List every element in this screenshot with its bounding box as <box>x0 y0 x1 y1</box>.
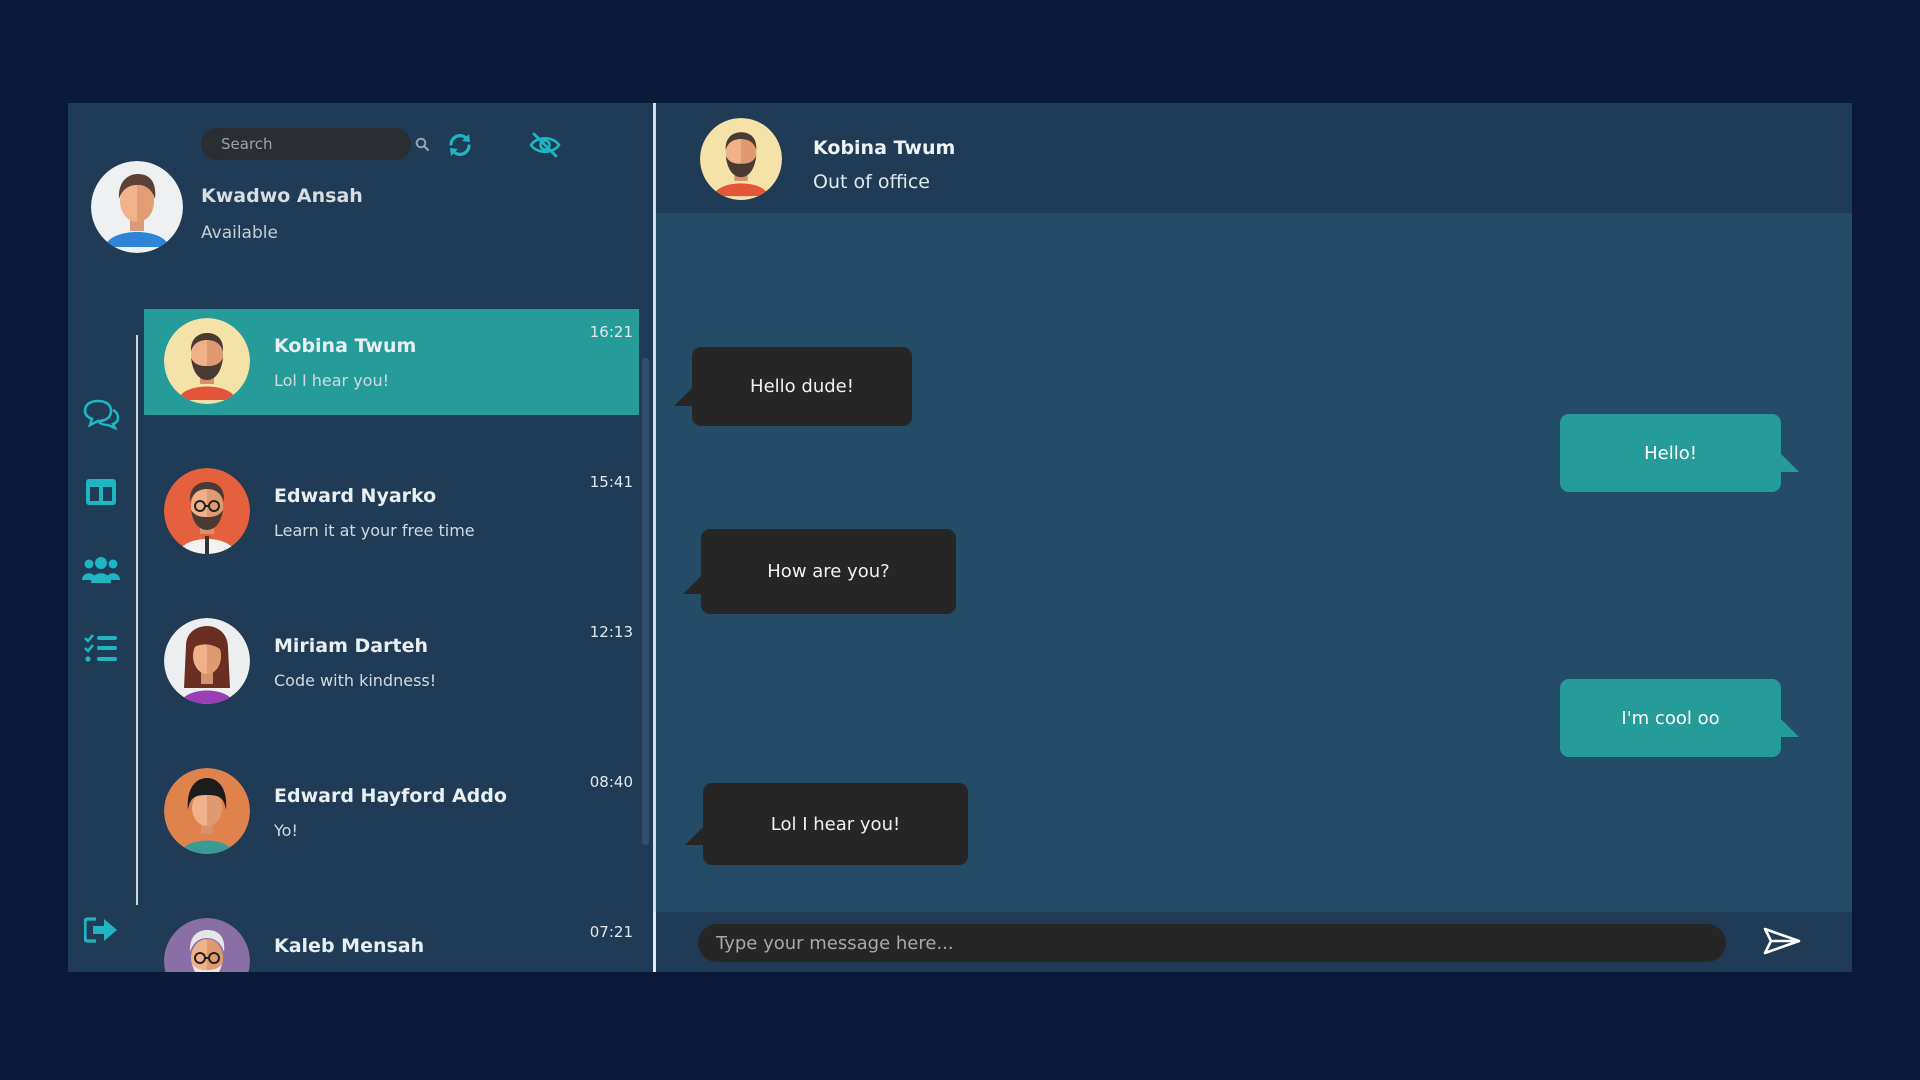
chat-name: Edward Nyarko <box>274 485 437 507</box>
chat-time: 15:41 <box>589 473 633 491</box>
refresh-icon[interactable] <box>442 127 478 163</box>
chat-list: Kobina Twum Lol I hear you! 16:21 Edward… <box>144 309 639 972</box>
bubble-tail <box>674 388 692 406</box>
avatar <box>164 318 250 404</box>
message-text: Hello dude! <box>750 376 854 397</box>
chat-item-kobina-twum[interactable]: Kobina Twum Lol I hear you! 16:21 <box>144 309 639 415</box>
chat-preview: Yo! <box>274 821 298 840</box>
chat-preview: Lol I hear you! <box>274 371 390 390</box>
my-name: Kwadwo Ansah <box>201 185 363 207</box>
message-text: Lol I hear you! <box>770 813 901 835</box>
search-icon[interactable] <box>415 136 429 152</box>
search-box[interactable] <box>201 128 429 160</box>
bubble-tail <box>685 827 703 845</box>
chat-name: Miriam Darteh <box>274 635 428 657</box>
chat-item-miriam-darteh[interactable]: Miriam Darteh Code with kindness! 12:13 <box>144 609 639 715</box>
chat-app: Kwadwo Ansah Available <box>68 103 1852 972</box>
my-avatar[interactable] <box>91 161 183 253</box>
chat-item-kaleb-mensah[interactable]: Kaleb Mensah 07:21 <box>144 909 639 972</box>
bubble-tail <box>1781 454 1799 472</box>
layout-columns-icon[interactable] <box>80 471 122 513</box>
contact-name: Kobina Twum <box>813 137 956 159</box>
message-input[interactable] <box>698 924 1726 962</box>
message-area: Hello dude! Hello! How are you? I'm cool… <box>656 213 1852 912</box>
conversation-header: Kobina Twum Out of office <box>656 103 1852 213</box>
avatar <box>164 618 250 704</box>
chat-item-edward-hayford-addo[interactable]: Edward Hayford Addo Yo! 08:40 <box>144 759 639 865</box>
avatar <box>164 468 250 554</box>
avatar <box>164 768 250 854</box>
message-text: I'm cool oo <box>1621 707 1720 729</box>
chat-name: Kobina Twum <box>274 335 417 357</box>
message-text: Hello! <box>1644 442 1697 464</box>
logout-icon[interactable] <box>80 909 122 951</box>
message-bubble-incoming: Lol I hear you! <box>685 783 968 865</box>
search-input[interactable] <box>221 135 415 153</box>
chat-name: Edward Hayford Addo <box>274 785 507 807</box>
chat-preview: Code with kindness! <box>274 671 437 690</box>
chat-preview: Learn it at your free time <box>274 521 475 540</box>
message-text: How are you? <box>767 561 890 582</box>
rail-divider <box>136 335 138 905</box>
contact-avatar[interactable] <box>700 118 782 200</box>
chat-time: 16:21 <box>589 323 633 341</box>
chat-time: 08:40 <box>589 773 633 791</box>
message-bubble-outgoing: I'm cool oo <box>1560 679 1799 757</box>
send-button[interactable] <box>1761 924 1803 962</box>
avatar <box>164 918 250 972</box>
bubble-tail <box>1781 719 1799 737</box>
eye-slash-icon[interactable] <box>527 127 563 163</box>
chat-time: 07:21 <box>589 923 633 941</box>
chat-item-edward-nyarko[interactable]: Edward Nyarko Learn it at your free time… <box>144 459 639 565</box>
chat-list-scrollbar[interactable] <box>642 358 649 845</box>
message-composer <box>656 912 1852 972</box>
paper-plane-icon <box>1763 926 1801 960</box>
message-bubble-outgoing: Hello! <box>1560 414 1799 492</box>
chat-name: Kaleb Mensah <box>274 935 425 957</box>
message-bubble-incoming: Hello dude! <box>674 347 912 426</box>
message-bubble-incoming: How are you? <box>683 529 956 614</box>
chat-time: 12:13 <box>589 623 633 641</box>
chats-icon[interactable] <box>80 393 122 435</box>
contact-status: Out of office <box>813 171 930 193</box>
contacts-panel: Kwadwo Ansah Available <box>68 103 655 972</box>
bubble-tail <box>683 576 701 594</box>
people-icon[interactable] <box>80 549 122 591</box>
my-status: Available <box>201 223 278 243</box>
task-list-icon[interactable] <box>80 627 122 669</box>
